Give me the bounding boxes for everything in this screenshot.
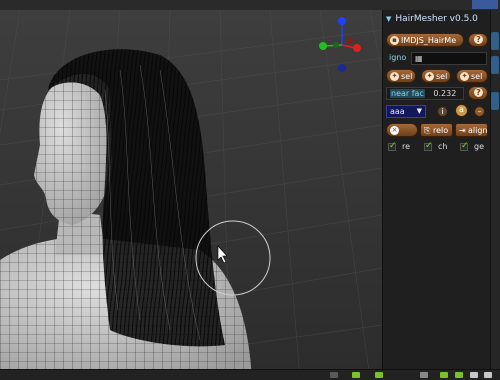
- help-button[interactable]: ?: [468, 33, 488, 47]
- file-button-label: IMDJS_HairMe: [401, 36, 457, 45]
- status-icon[interactable]: [455, 372, 463, 378]
- status-icon[interactable]: [470, 372, 478, 378]
- panel-tab[interactable]: [491, 92, 499, 110]
- status-icon[interactable]: [440, 372, 448, 378]
- chevron-down-icon: ▼: [416, 107, 422, 115]
- 3d-viewport[interactable]: [0, 10, 382, 379]
- mode-select-value: aaa: [390, 107, 405, 116]
- select-button-3[interactable]: ✦ sel: [456, 69, 488, 83]
- check-ge[interactable]: [460, 141, 469, 151]
- panel-header[interactable]: ▼ HairMesher v0.5.0: [386, 11, 488, 27]
- hair-icon: ✦: [390, 72, 399, 81]
- hair-icon: ✦: [460, 72, 469, 81]
- near-factor-value: 0.232: [433, 89, 457, 98]
- mode-select[interactable]: aaa ▼: [386, 105, 426, 118]
- select-button-label: sel: [401, 72, 413, 81]
- panel-tab[interactable]: [491, 56, 499, 74]
- info-button[interactable]: i: [437, 106, 448, 117]
- panel-title: HairMesher v0.5.0: [395, 14, 478, 24]
- info-icon: i: [441, 107, 444, 116]
- ignore-field[interactable]: ▦: [411, 52, 487, 65]
- viewport-scene: [0, 10, 382, 379]
- status-icon[interactable]: [420, 372, 428, 378]
- select-button-label: sel: [436, 72, 448, 81]
- status-icon[interactable]: [375, 372, 383, 378]
- help-icon: ?: [474, 35, 483, 44]
- file-button[interactable]: ▪ IMDJS_HairMe: [386, 33, 464, 47]
- collapse-triangle-icon[interactable]: ▼: [386, 15, 391, 23]
- remove-icon: –: [477, 107, 482, 116]
- hair-icon: ✦: [425, 72, 434, 81]
- image-icon: ▦: [415, 54, 423, 63]
- near-factor-field[interactable]: near fac 0.232: [386, 87, 464, 100]
- reload-label: relo: [433, 126, 449, 135]
- reload-icon: ⎘: [424, 126, 431, 135]
- add-button[interactable]: a: [455, 104, 468, 117]
- status-icon[interactable]: [484, 372, 492, 378]
- check-ch-label: ch: [438, 142, 448, 151]
- select-button-2[interactable]: ✦ sel: [421, 69, 451, 83]
- remove-button[interactable]: –: [474, 106, 485, 117]
- check-ch[interactable]: [424, 141, 433, 151]
- check-ge-label: ge: [474, 142, 484, 151]
- align-icon: ⇥: [459, 126, 466, 135]
- select-button-label: sel: [471, 72, 483, 81]
- near-factor-label: near fac: [390, 89, 425, 98]
- window-control-icon[interactable]: [472, 0, 498, 9]
- select-button-1[interactable]: ✦ sel: [386, 69, 416, 83]
- ignore-label: igno: [389, 53, 407, 62]
- add-icon: a: [459, 105, 464, 114]
- check-re[interactable]: [388, 141, 397, 151]
- align-label: align: [468, 126, 488, 135]
- close-button[interactable]: ×: [386, 123, 418, 137]
- folder-icon: ▪: [390, 36, 399, 45]
- panel-tab[interactable]: [491, 32, 499, 50]
- reload-button[interactable]: ⎘ relo: [420, 123, 453, 137]
- align-button[interactable]: ⇥ align: [455, 123, 488, 137]
- near-factor-help-button[interactable]: ?: [468, 86, 488, 100]
- check-re-label: re: [402, 142, 411, 151]
- help-icon: ?: [474, 88, 483, 97]
- status-icon[interactable]: [330, 372, 338, 378]
- status-icon[interactable]: [352, 372, 360, 378]
- close-icon: ×: [390, 126, 399, 135]
